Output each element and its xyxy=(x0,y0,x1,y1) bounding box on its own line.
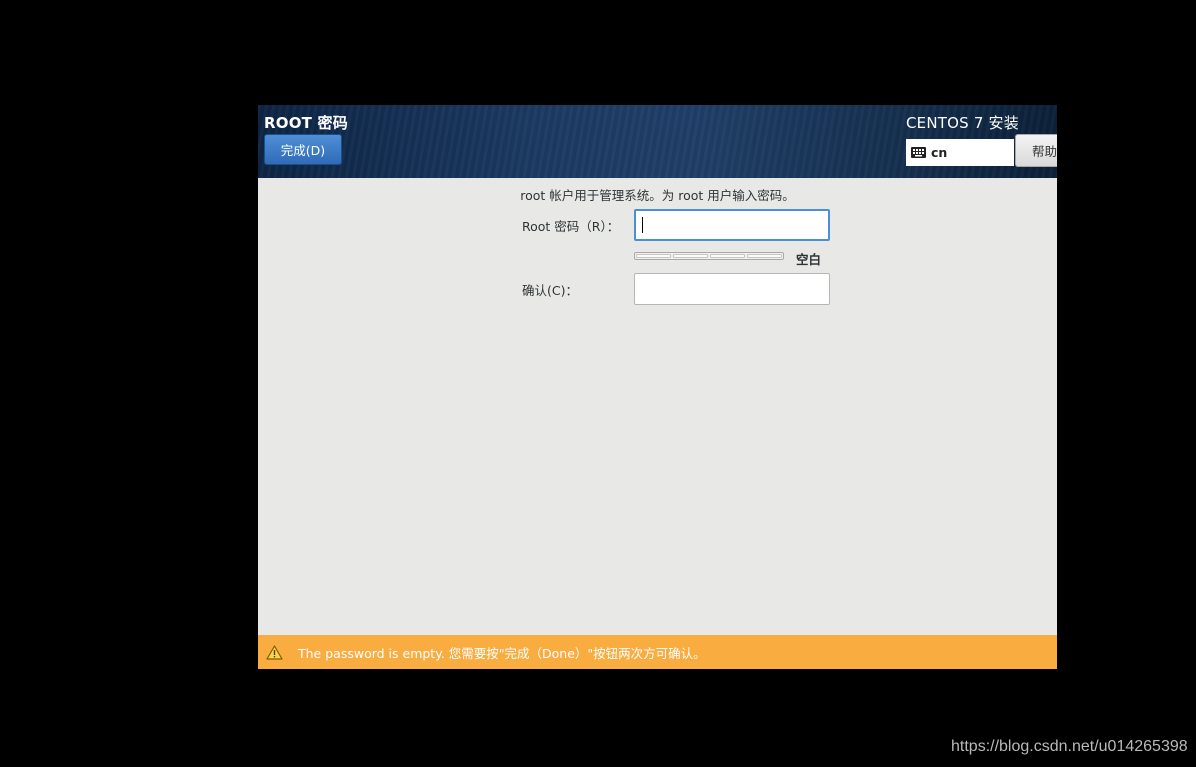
password-strength-label: 空白 xyxy=(796,252,822,267)
strength-segment xyxy=(673,254,708,258)
help-button[interactable]: 帮助 xyxy=(1015,134,1057,167)
root-password-label: Root 密码（R）： xyxy=(522,219,620,234)
page-title: ROOT 密码 xyxy=(264,114,348,132)
password-strength-bar xyxy=(634,252,784,260)
root-description: root 帐户用于管理系统。为 root 用户输入密码。 xyxy=(520,188,795,203)
strength-segment xyxy=(636,254,671,258)
warning-message: The password is empty. 您需要按"完成（Done）"按钮两… xyxy=(298,645,706,661)
warning-bar[interactable]: The password is empty. 您需要按"完成（Done）"按钮两… xyxy=(258,635,1057,669)
keyboard-layout-label: cn xyxy=(931,145,948,160)
strength-segment xyxy=(710,254,745,258)
keyboard-icon xyxy=(911,147,926,158)
warning-triangle-icon xyxy=(266,644,283,660)
text-caret xyxy=(642,217,643,233)
watermark: https://blog.csdn.net/u014265398 xyxy=(951,738,1188,755)
screen: ROOT 密码 完成(D) CENTOS 7 安装 cn 帮助 root 帐户用… xyxy=(0,0,1196,767)
installer-window: ROOT 密码 完成(D) CENTOS 7 安装 cn 帮助 root 帐户用… xyxy=(258,105,1057,669)
root-password-input[interactable] xyxy=(634,209,830,241)
done-button[interactable]: 完成(D) xyxy=(264,134,342,165)
product-title: CENTOS 7 安装 xyxy=(906,114,1019,132)
strength-segment xyxy=(747,254,782,258)
keyboard-layout-indicator[interactable]: cn xyxy=(906,139,1014,166)
confirm-password-input[interactable] xyxy=(634,273,830,305)
confirm-password-label: 确认(C)： xyxy=(522,283,578,298)
header-bar: ROOT 密码 完成(D) CENTOS 7 安装 cn 帮助 xyxy=(258,105,1057,178)
